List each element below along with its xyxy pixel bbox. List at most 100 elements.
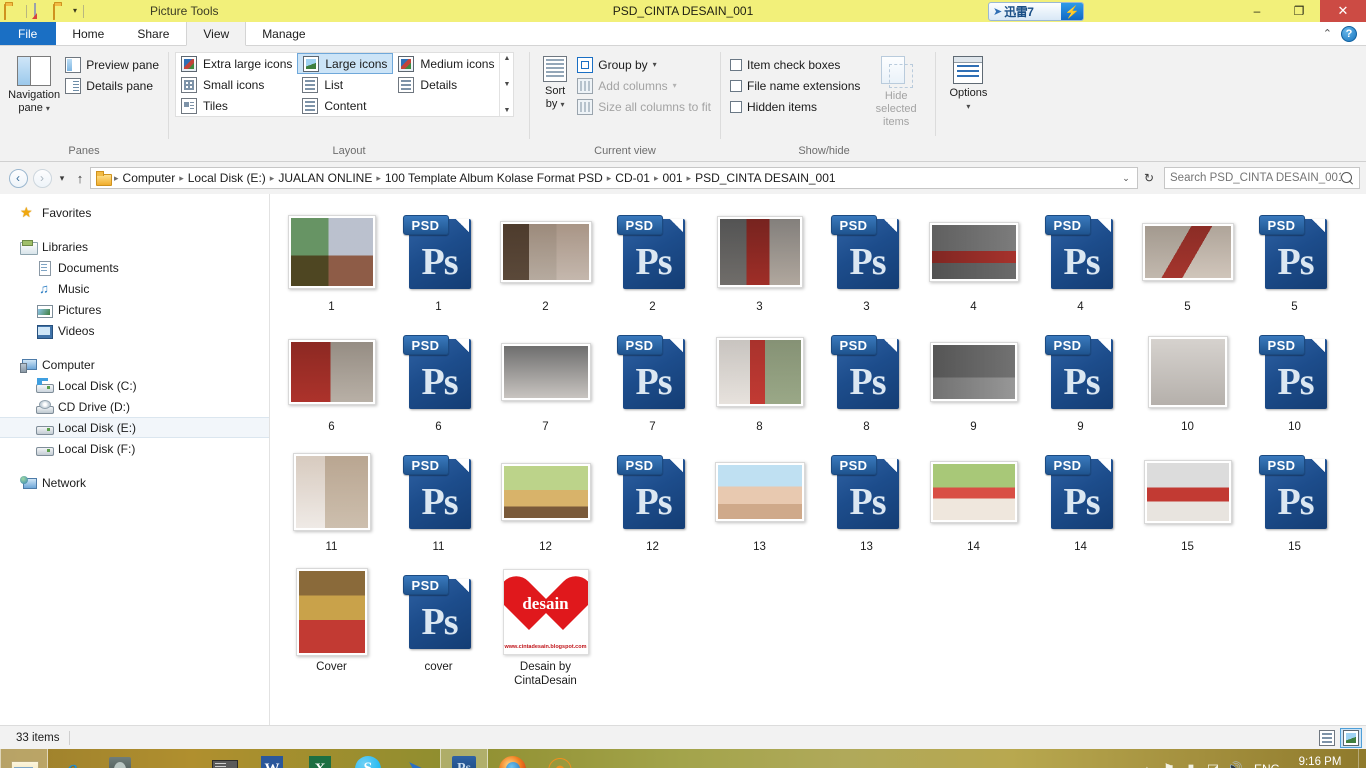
file-item[interactable]: Ps PSD 11	[385, 442, 492, 562]
action-center-icon[interactable]: ⚑	[1158, 749, 1180, 768]
taskbar-gray-app[interactable]	[96, 749, 144, 768]
file-item[interactable]: Cover	[278, 562, 385, 694]
file-name-extensions-option[interactable]: File name extensions	[727, 75, 863, 96]
breadcrumb-dropdown-icon[interactable]: ⌄	[1117, 168, 1135, 188]
file-item[interactable]: 9	[920, 322, 1027, 442]
options-button[interactable]: Options ▾	[942, 52, 995, 113]
file-item[interactable]: Ps PSD 15	[1241, 442, 1348, 562]
file-item[interactable]: Ps PSD 8	[813, 322, 920, 442]
view-extra-large-icons[interactable]: Extra large icons	[176, 53, 297, 74]
file-item[interactable]: 6	[278, 322, 385, 442]
view-small-icons[interactable]: Small icons	[176, 74, 297, 95]
group-by-caret-icon[interactable]: ▾	[653, 60, 657, 69]
taskbar-bluebird-app[interactable]: ➤	[392, 749, 440, 768]
file-name-extensions-checkbox[interactable]	[730, 79, 742, 92]
volume-icon[interactable]: 🔊	[1224, 749, 1246, 768]
breadcrumb-item-computer[interactable]: Computer	[120, 171, 179, 185]
forward-button[interactable]: ›	[30, 166, 54, 190]
file-item[interactable]: Ps PSD 14	[1027, 442, 1134, 562]
preview-pane-button[interactable]: Preview pane	[62, 54, 162, 75]
battery-icon[interactable]: ▮	[1180, 749, 1202, 768]
details-view-button[interactable]	[1316, 728, 1338, 748]
tab-share[interactable]: Share	[121, 22, 186, 45]
taskbar-file-explorer[interactable]	[0, 749, 48, 768]
view-details[interactable]: Details	[393, 74, 499, 95]
details-pane-button[interactable]: Details pane	[62, 75, 162, 96]
view-large-icons[interactable]: Large icons	[297, 53, 394, 74]
taskbar-adobe-photoshop[interactable]: Ps	[440, 749, 488, 768]
taskbar-mozilla-firefox[interactable]	[488, 749, 536, 768]
file-item[interactable]: 13	[706, 442, 813, 562]
layout-gallery-scroll[interactable]: ▲ ▼ ▼	[499, 53, 513, 116]
maximize-restore-button[interactable]: ❐	[1278, 0, 1320, 22]
sidebar-item-local-disk-c[interactable]: Local Disk (C:)	[0, 375, 269, 396]
file-item[interactable]: 8	[706, 322, 813, 442]
hidden-items-checkbox[interactable]	[730, 100, 742, 113]
sidebar-item-music[interactable]: ♫ Music	[0, 278, 269, 299]
collapse-ribbon-icon[interactable]: ⌃	[1323, 27, 1332, 40]
taskbar-microsoft-excel[interactable]: X	[296, 749, 344, 768]
options-caret-icon[interactable]: ▾	[966, 100, 970, 113]
breadcrumb-item-jualan-online[interactable]: JUALAN ONLINE	[275, 171, 375, 185]
breadcrumb-item-001[interactable]: 001	[660, 171, 686, 185]
item-check-boxes-checkbox[interactable]	[730, 58, 742, 71]
sidebar-item-documents[interactable]: Documents	[0, 257, 269, 278]
file-item[interactable]: 5	[1134, 202, 1241, 322]
layout-scroll-up-icon[interactable]: ▲	[503, 55, 510, 62]
search-input[interactable]	[1170, 172, 1341, 184]
tab-file[interactable]: File	[0, 22, 57, 45]
large-icons-view-button[interactable]	[1340, 727, 1362, 748]
file-item[interactable]: 4	[920, 202, 1027, 322]
file-item[interactable]: Ps PSD 7	[599, 322, 706, 442]
file-item[interactable]: 7	[492, 322, 599, 442]
file-item[interactable]: 11	[278, 442, 385, 562]
xunlei-badge[interactable]: ➤ 迅雷7 ⚡	[988, 2, 1084, 21]
group-by-button[interactable]: Group by ▾	[574, 54, 714, 75]
network-icon-tray[interactable]: ◪✖	[1202, 749, 1224, 768]
sidebar-item-favorites[interactable]: ★ Favorites	[0, 202, 269, 223]
minimize-button[interactable]: –	[1236, 0, 1278, 22]
file-item[interactable]: Ps PSD 1	[385, 202, 492, 322]
file-item[interactable]: 2	[492, 202, 599, 322]
file-item[interactable]: Ps PSD 3	[813, 202, 920, 322]
navigation-pane-button[interactable]: Navigation pane ▾	[6, 52, 62, 115]
taskbar-orange-swirl-app[interactable]: ⦿	[536, 749, 584, 768]
sidebar-item-pictures[interactable]: Pictures	[0, 299, 269, 320]
taskbar-microsoft-word[interactable]: W	[248, 749, 296, 768]
sort-by-button[interactable]: Sort by ▾	[536, 52, 574, 111]
sidebar-item-local-disk-e[interactable]: Local Disk (E:)	[0, 417, 269, 438]
language-indicator[interactable]: ENG	[1246, 762, 1288, 768]
file-item[interactable]: 15	[1134, 442, 1241, 562]
clock[interactable]: 9:16 PM 1/31/2013	[1288, 755, 1358, 768]
file-item[interactable]: Ps PSD 5	[1241, 202, 1348, 322]
help-icon[interactable]: ?	[1341, 25, 1357, 42]
file-item[interactable]: Ps PSD 12	[599, 442, 706, 562]
tab-manage[interactable]: Manage	[246, 22, 322, 45]
back-button[interactable]: ‹	[6, 166, 30, 190]
view-medium-icons[interactable]: Medium icons	[393, 53, 499, 74]
file-item[interactable]: Ps PSD 6	[385, 322, 492, 442]
breadcrumb-item-local-disk-e[interactable]: Local Disk (E:)	[185, 171, 269, 185]
sidebar-item-videos[interactable]: Videos	[0, 320, 269, 341]
view-content[interactable]: Content	[297, 95, 393, 116]
taskbar-window-app[interactable]	[200, 749, 248, 768]
taskbar-skype[interactable]: S	[344, 749, 392, 768]
file-item[interactable]: Ps PSD 9	[1027, 322, 1134, 442]
refresh-button[interactable]: ↻	[1138, 167, 1160, 189]
breadcrumb-item-cd-01[interactable]: CD-01	[612, 171, 653, 185]
file-list-view[interactable]: 1 Ps PSD 1 2 Ps PSD 2 3 Ps PSD 3 4 Ps PSD 4 5 Ps PSD 5 6 Ps PS…	[270, 194, 1366, 725]
close-button[interactable]: ✕	[1320, 0, 1366, 22]
file-item[interactable]: 12	[492, 442, 599, 562]
taskbar-internet-explorer[interactable]: e	[48, 749, 96, 768]
show-desktop-button[interactable]	[1358, 749, 1366, 768]
item-check-boxes-option[interactable]: Item check boxes	[727, 54, 863, 75]
file-item[interactable]: Ps PSD 2	[599, 202, 706, 322]
file-item[interactable]: 14	[920, 442, 1027, 562]
sidebar-item-libraries[interactable]: Libraries	[0, 236, 269, 257]
show-hidden-icons-button[interactable]: ▲	[1136, 749, 1158, 768]
breadcrumb-item-template-album[interactable]: 100 Template Album Kolase Format PSD	[382, 171, 606, 185]
view-tiles[interactable]: Tiles	[176, 95, 297, 116]
file-item[interactable]: Ps PSD 10	[1241, 322, 1348, 442]
sidebar-item-local-disk-f[interactable]: Local Disk (F:)	[0, 438, 269, 459]
search-box[interactable]	[1164, 167, 1360, 189]
